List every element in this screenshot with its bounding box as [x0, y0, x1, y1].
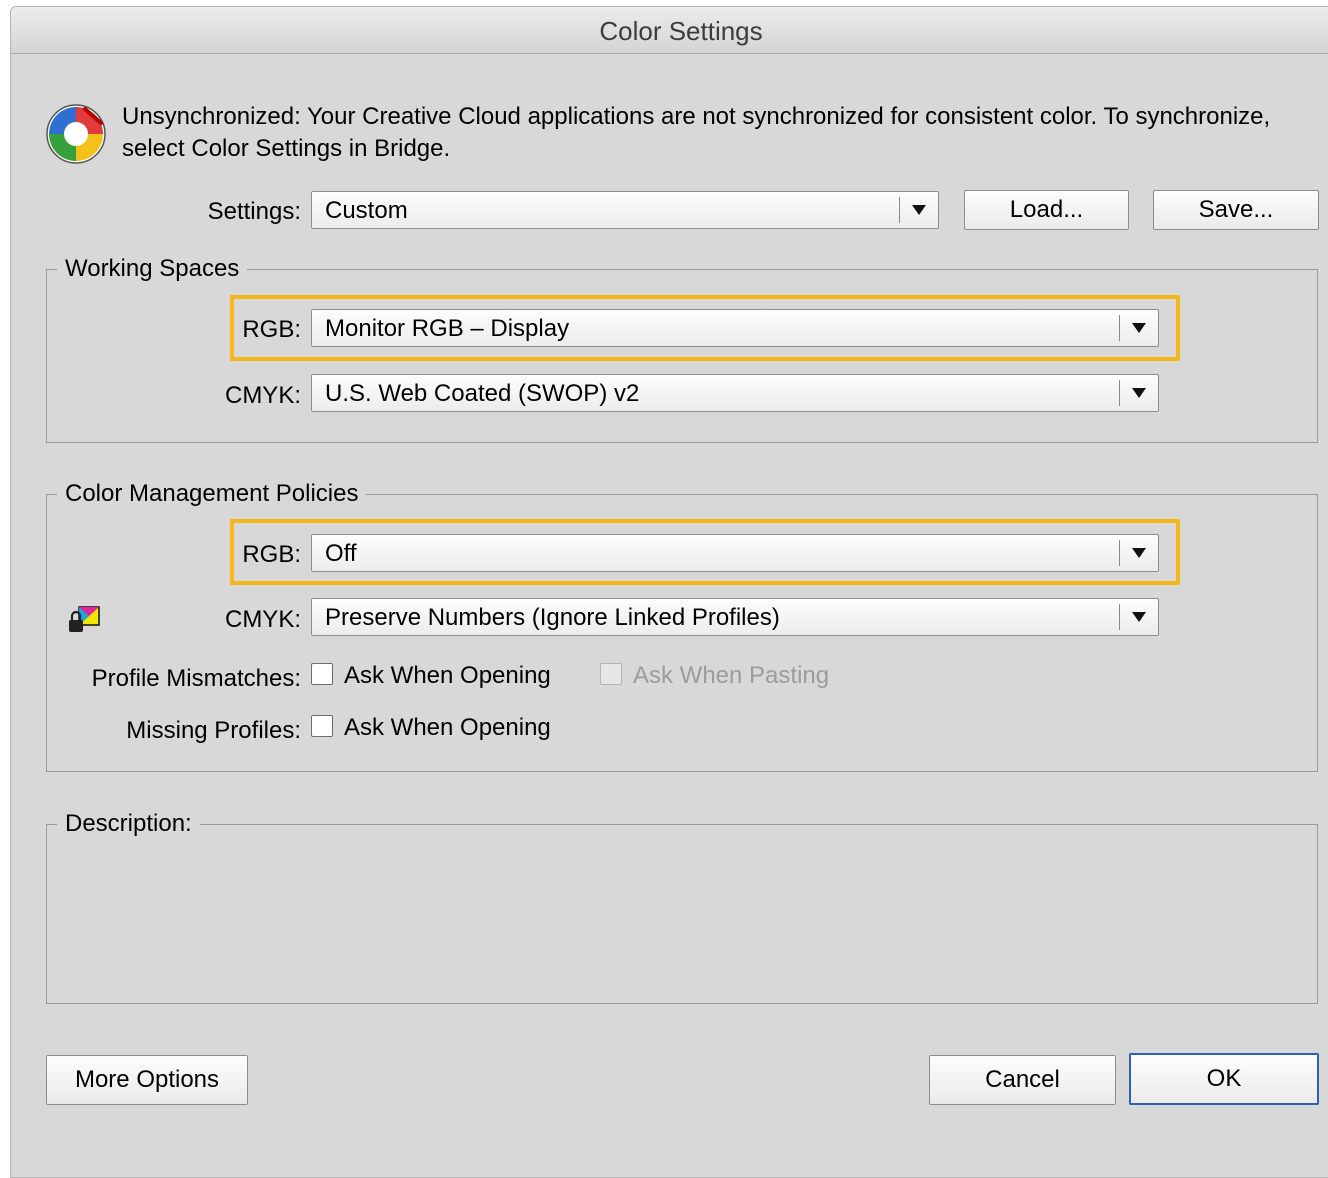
ask-when-opening-label[interactable]: Ask When Opening	[344, 662, 551, 690]
working-cmyk-select[interactable]: U.S. Web Coated (SWOP) v2	[311, 374, 1159, 412]
description-group	[46, 824, 1318, 1004]
lock-icon	[69, 606, 100, 632]
color-settings-dialog: Color Settings Unsynchronized: Your Crea…	[10, 6, 1328, 1178]
missing-profiles-label: Missing Profiles:	[126, 717, 301, 744]
working-rgb-label: RGB:	[242, 316, 301, 343]
save-button[interactable]: Save...	[1153, 190, 1319, 230]
dropdown-separator	[1119, 380, 1120, 406]
working-cmyk-label: CMYK:	[224, 382, 301, 409]
color-management-policies-title: Color Management Policies	[57, 480, 367, 508]
profile-mismatches-label: Profile Mismatches:	[91, 665, 301, 692]
chevron-down-icon	[1132, 388, 1146, 398]
window-title: Color Settings	[599, 16, 763, 46]
policy-rgb-select[interactable]: Off	[311, 534, 1159, 572]
working-cmyk-value: U.S. Web Coated (SWOP) v2	[325, 380, 640, 407]
working-spaces-title: Working Spaces	[57, 255, 248, 283]
dropdown-separator	[1119, 540, 1120, 566]
ask-when-pasting-checkbox	[600, 663, 622, 685]
policy-rgb-label: RGB:	[242, 541, 301, 568]
chevron-down-icon	[912, 205, 926, 215]
working-rgb-value: Monitor RGB – Display	[325, 315, 570, 342]
policy-cmyk-label: CMYK:	[224, 606, 301, 633]
policy-rgb-value: Off	[325, 540, 357, 567]
sync-status-message: Unsynchronized: Your Creative Cloud appl…	[122, 103, 1271, 162]
policy-cmyk-value: Preserve Numbers (Ignore Linked Profiles…	[325, 604, 780, 631]
chevron-down-icon	[1132, 612, 1146, 622]
title-bar[interactable]: Color Settings	[11, 7, 1328, 54]
working-rgb-select[interactable]: Monitor RGB – Display	[311, 309, 1159, 347]
color-sync-icon	[46, 104, 106, 164]
description-title: Description:	[57, 810, 200, 838]
chevron-down-icon	[1132, 548, 1146, 558]
ask-when-opening-checkbox[interactable]	[311, 663, 333, 685]
missing-ask-when-opening-label[interactable]: Ask When Opening	[344, 714, 551, 742]
policy-cmyk-select[interactable]: Preserve Numbers (Ignore Linked Profiles…	[311, 598, 1159, 636]
dropdown-separator	[1119, 604, 1120, 630]
dropdown-separator	[899, 197, 900, 223]
ok-button[interactable]: OK	[1129, 1053, 1319, 1105]
load-button[interactable]: Load...	[964, 190, 1129, 230]
settings-label: Settings:	[207, 198, 301, 225]
dropdown-separator	[1119, 315, 1120, 341]
settings-select[interactable]: Custom	[311, 191, 939, 229]
cancel-button[interactable]: Cancel	[929, 1055, 1116, 1105]
chevron-down-icon	[1132, 323, 1146, 333]
ask-when-pasting-label: Ask When Pasting	[633, 662, 830, 689]
settings-value: Custom	[325, 197, 408, 224]
missing-ask-when-opening-checkbox[interactable]	[311, 715, 333, 737]
more-options-button[interactable]: More Options	[46, 1055, 248, 1105]
